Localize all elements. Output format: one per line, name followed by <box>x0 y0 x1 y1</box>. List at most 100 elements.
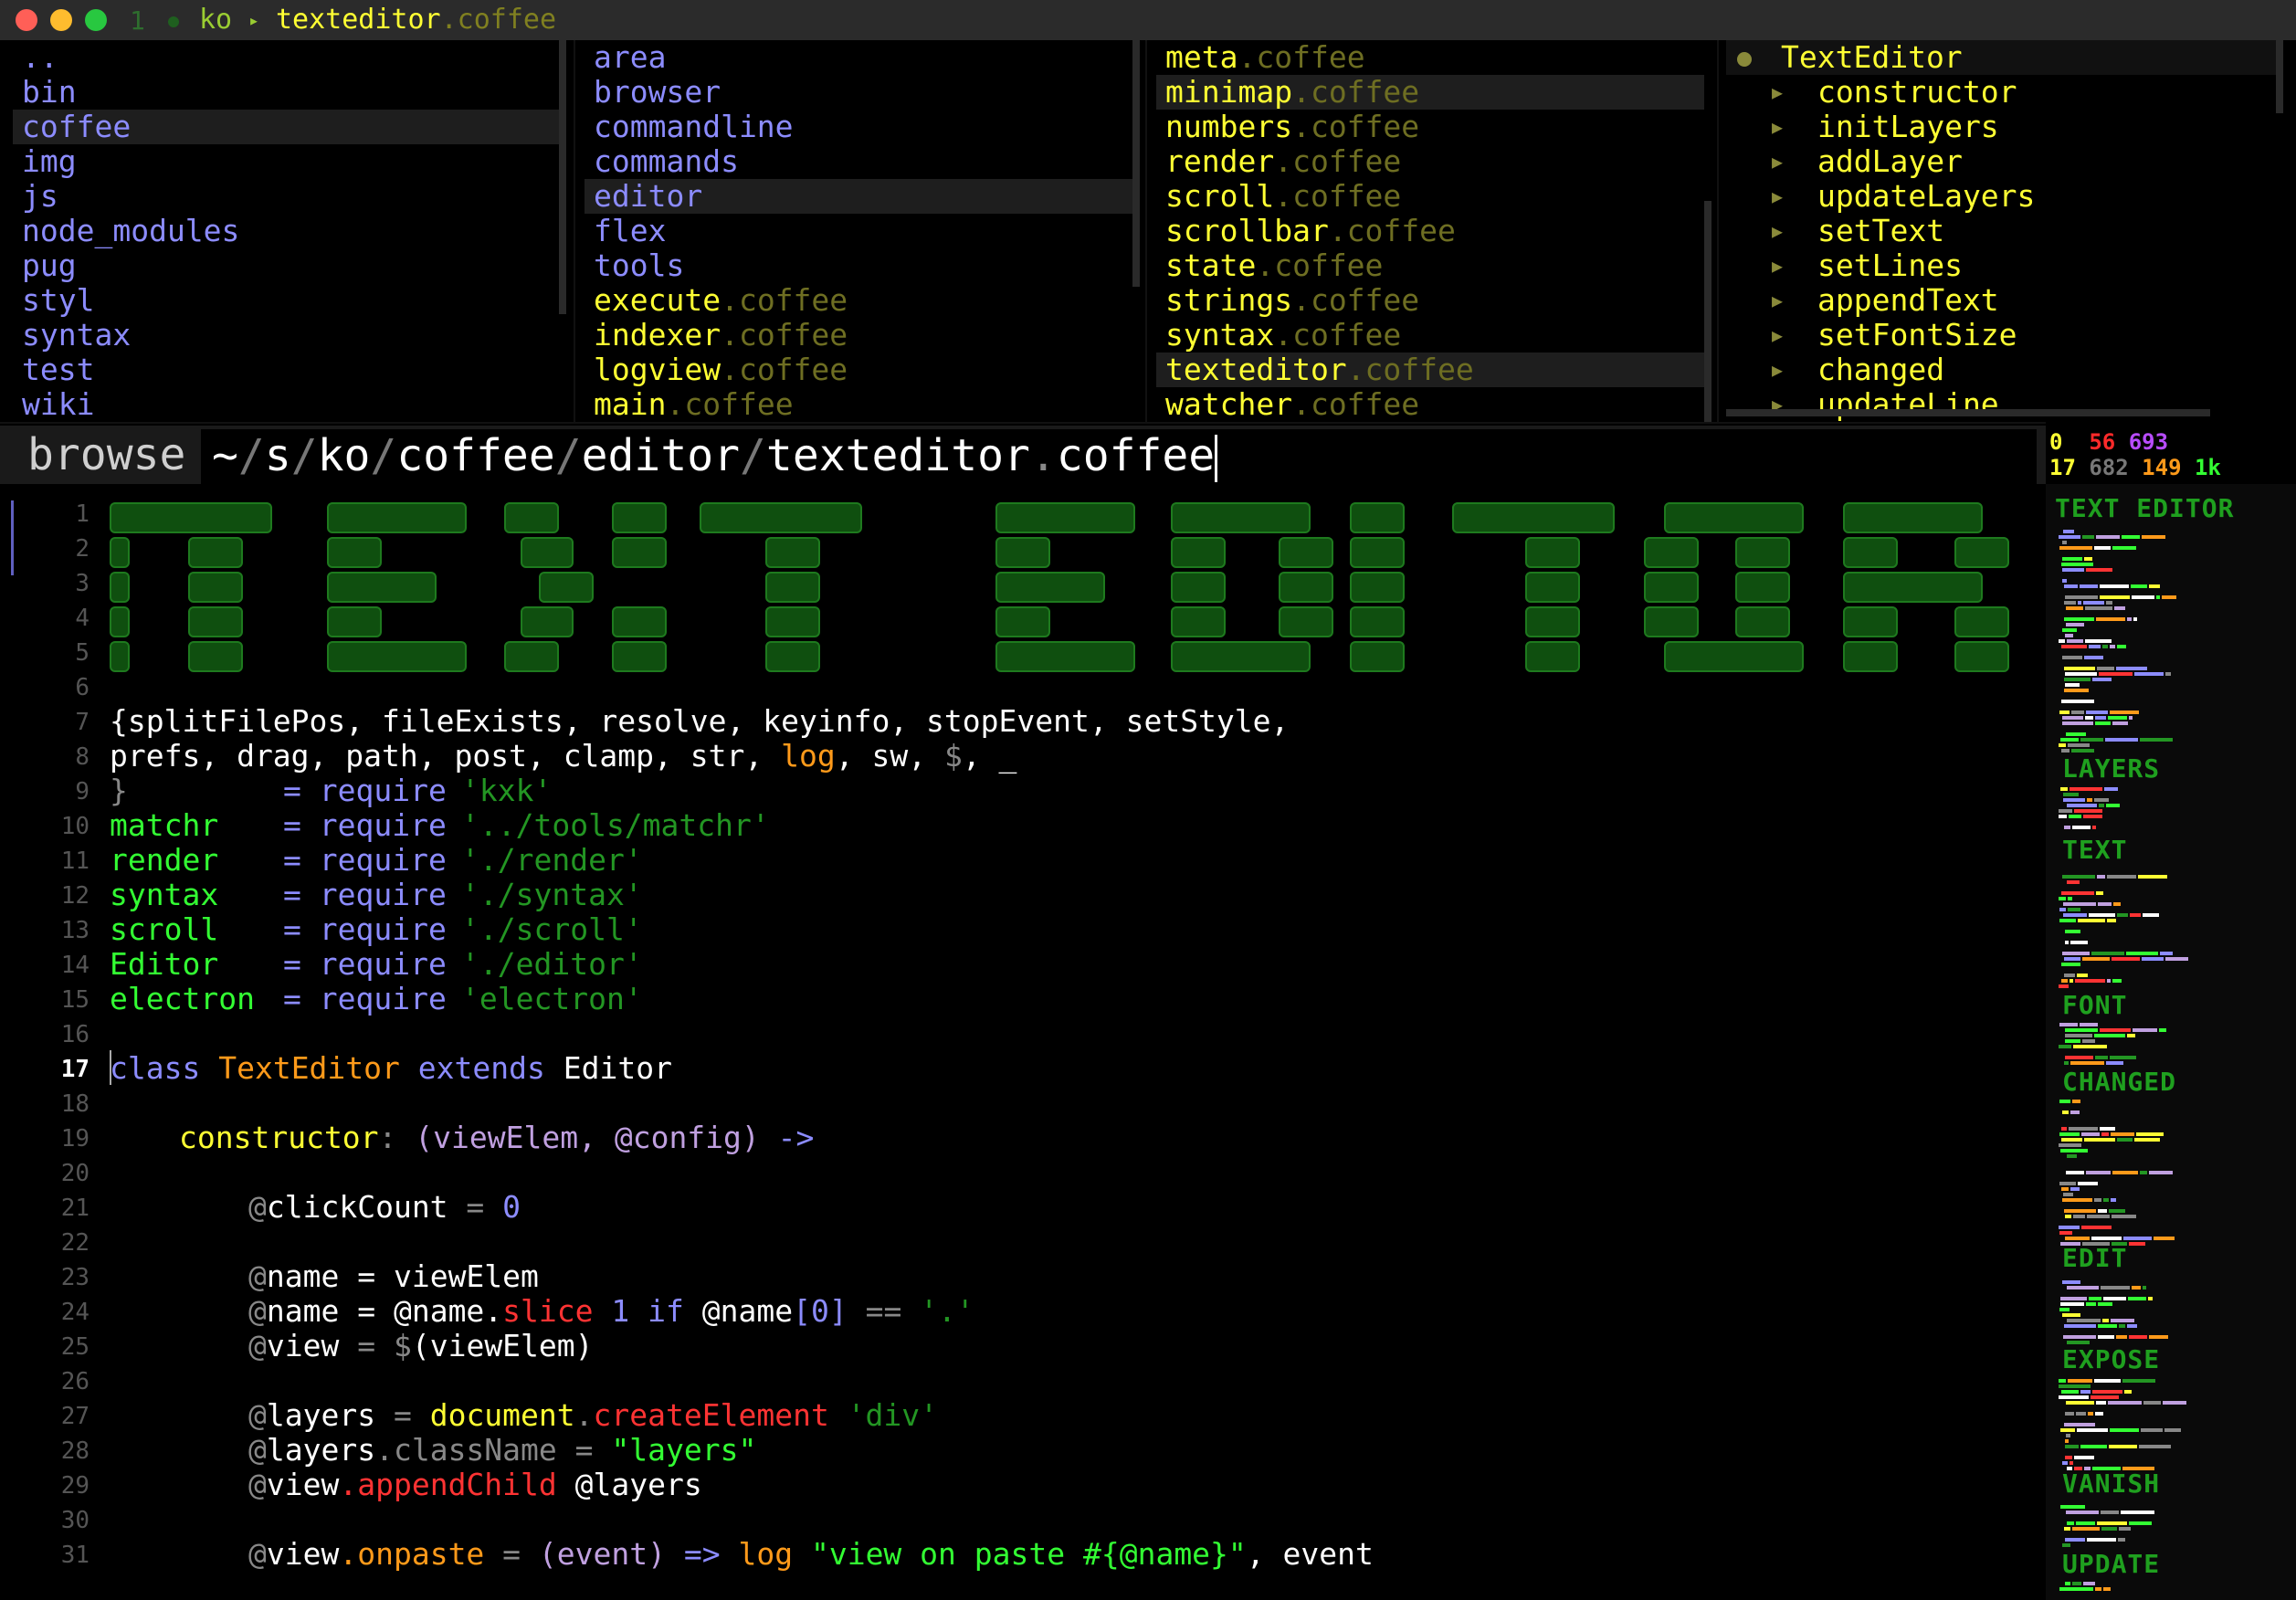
code-text: @ <box>248 1328 267 1363</box>
folder-item[interactable]: .. <box>13 40 561 75</box>
folder-item[interactable]: wiki <box>13 387 561 422</box>
column-divider[interactable] <box>574 40 575 422</box>
minimap-line <box>2111 1132 2134 1136</box>
banner-block <box>188 572 243 603</box>
class-item[interactable]: TextEditor <box>1726 40 2283 75</box>
code-line-27[interactable]: @layers = document.createElement 'div' <box>248 1397 938 1433</box>
file-item[interactable]: strings.coffee <box>1156 283 1704 318</box>
method-item[interactable]: ▶ constructor <box>1726 75 2283 110</box>
folder-item[interactable]: commands <box>585 144 1132 179</box>
code-text: : <box>378 1120 397 1155</box>
command-input[interactable]: ~/s/ko/coffee/editor/texteditor.coffee <box>201 429 2037 484</box>
minimap-line <box>2062 1461 2068 1465</box>
path-segment[interactable]: coffee <box>396 430 554 481</box>
code-line-28[interactable]: @layers.className = "layers" <box>248 1432 756 1468</box>
column-1-scrollbar[interactable] <box>559 40 566 314</box>
stat-value: 682 <box>2089 455 2129 480</box>
folder-item[interactable]: coffee <box>13 110 561 144</box>
file-item[interactable]: numbers.coffee <box>1156 110 1704 144</box>
code-line-15[interactable]: electron = require 'electron' <box>110 981 643 1016</box>
file-item[interactable]: syntax.coffee <box>1156 318 1704 353</box>
folder-item[interactable]: js <box>13 179 561 214</box>
column-2-scrollbar[interactable] <box>1132 40 1140 287</box>
minimap-line <box>2095 1412 2103 1416</box>
method-item[interactable]: ▶ initLayers <box>1726 110 2283 144</box>
minimap[interactable]: TEXT EDITOR LAYERS TEXT FONT CHANGED EDIT EXPO… <box>2046 484 2296 1600</box>
code-line-17[interactable]: class TextEditor extends Editor <box>110 1050 672 1086</box>
code-line-13[interactable]: scroll = require './scroll' <box>110 911 643 947</box>
code-line-29[interactable]: @view.appendChild @layers <box>248 1467 702 1502</box>
code-line-19[interactable]: constructor: (viewElem, @config) -> <box>179 1120 814 1155</box>
path-segment[interactable]: editor <box>582 430 740 481</box>
code-line-25[interactable]: @view = $(viewElem) <box>248 1328 594 1363</box>
column-divider[interactable] <box>1145 40 1147 422</box>
folder-item[interactable]: commandline <box>585 110 1132 144</box>
folder-item[interactable]: editor <box>585 179 1132 214</box>
project-name[interactable]: ko <box>199 4 232 36</box>
folder-item[interactable]: pug <box>13 248 561 283</box>
minimap-line <box>2085 716 2093 720</box>
code-line-10[interactable]: matchr = require '../tools/matchr' <box>110 807 770 843</box>
minimap-line <box>2140 738 2173 742</box>
file-item[interactable]: indexer.coffee <box>585 318 1132 353</box>
method-item[interactable]: ▶ updateLayers <box>1726 179 2283 214</box>
code-line-9[interactable]: } = require 'kxk' <box>110 773 552 808</box>
close-window-button[interactable] <box>16 9 37 31</box>
method-item[interactable]: ▶ changed <box>1726 353 2283 387</box>
method-item[interactable]: ▶ addLayer <box>1726 144 2283 179</box>
folder-item[interactable]: node_modules <box>13 214 561 248</box>
folder-item[interactable]: browser <box>585 75 1132 110</box>
code-line-21[interactable]: @clickCount = 0 <box>248 1189 521 1225</box>
file-item[interactable]: state.coffee <box>1156 248 1704 283</box>
file-item[interactable]: watcher.coffee <box>1156 387 1704 422</box>
folder-item[interactable]: test <box>13 353 561 387</box>
method-item[interactable]: ▶ updateLine <box>1726 387 2283 422</box>
file-item[interactable]: main.coffee <box>585 387 1132 422</box>
code-line-23[interactable]: @name = viewElem <box>248 1258 539 1294</box>
column-4-hscrollbar[interactable] <box>1726 409 2210 416</box>
column-divider[interactable] <box>1717 40 1719 422</box>
code-line-12[interactable]: syntax = require './syntax' <box>110 877 643 912</box>
folder-item[interactable]: styl <box>13 283 561 318</box>
file-item[interactable]: minimap.coffee <box>1156 75 1704 110</box>
code-line-24[interactable]: @name = @name.slice 1 if @name[0] == '.' <box>248 1293 974 1329</box>
path-segment[interactable]: texteditor <box>766 430 1030 481</box>
path-segment[interactable]: ko <box>318 430 371 481</box>
banner-block <box>1664 502 1804 533</box>
path-segment[interactable]: s <box>265 430 291 481</box>
file-item[interactable]: texteditor.coffee <box>1156 353 1704 387</box>
file-item[interactable]: execute.coffee <box>585 283 1132 318</box>
minimap-line <box>2114 606 2125 610</box>
method-item[interactable]: ▶ appendText <box>1726 283 2283 318</box>
method-item[interactable]: ▶ setFontSize <box>1726 318 2283 353</box>
method-item[interactable]: ▶ setText <box>1726 214 2283 248</box>
code-line-7[interactable]: {splitFilePos, fileExists, resolve, keyi… <box>110 703 1289 739</box>
title-file[interactable]: texteditor.coffee <box>276 4 556 36</box>
method-item[interactable]: ▶ setLines <box>1726 248 2283 283</box>
minimap-line <box>2068 1379 2092 1383</box>
code-line-31[interactable]: @view.onpaste = (event) => log "view on … <box>248 1536 1374 1572</box>
command-label[interactable]: browse <box>27 429 185 480</box>
code-line-8[interactable]: prefs, drag, path, post, clamp, str, log… <box>110 738 1016 774</box>
banner-block <box>1452 502 1615 533</box>
folder-item[interactable]: area <box>585 40 1132 75</box>
column-4-scrollbar[interactable] <box>2276 40 2283 113</box>
file-item[interactable]: logview.coffee <box>585 353 1132 387</box>
folder-item[interactable]: img <box>13 144 561 179</box>
file-item[interactable]: render.coffee <box>1156 144 1704 179</box>
maximize-window-button[interactable] <box>85 9 107 31</box>
minimize-window-button[interactable] <box>50 9 72 31</box>
folder-item[interactable]: tools <box>585 248 1132 283</box>
folder-item[interactable]: syntax <box>13 318 561 353</box>
file-item[interactable]: scroll.coffee <box>1156 179 1704 214</box>
path-segment[interactable]: ~ <box>212 430 238 481</box>
code-line-11[interactable]: render = require './render' <box>110 842 643 878</box>
minimap-line <box>2062 1543 2070 1547</box>
file-item[interactable]: meta.coffee <box>1156 40 1704 75</box>
code-line-14[interactable]: Editor = require './editor' <box>110 946 643 982</box>
folder-item[interactable]: flex <box>585 214 1132 248</box>
folder-item[interactable]: bin <box>13 75 561 110</box>
file-item[interactable]: scrollbar.coffee <box>1156 214 1704 248</box>
path-extension[interactable]: coffee <box>1057 430 1215 481</box>
column-3-scrollbar[interactable] <box>1704 201 1711 422</box>
